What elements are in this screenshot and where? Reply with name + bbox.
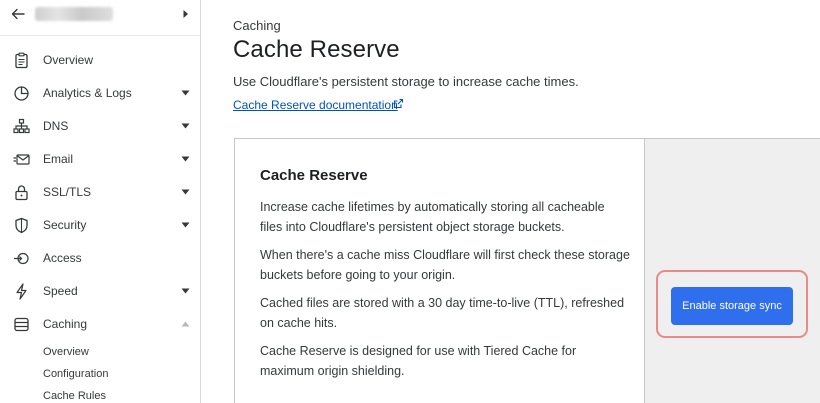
sidebar-item-label: Analytics & Logs [43,86,132,100]
card-action-panel: Enable storage sync [644,139,820,403]
sidebar-header [0,0,200,36]
sidebar-item-analytics[interactable]: Analytics & Logs [0,77,200,110]
page-title: Cache Reserve [233,36,400,63]
sidebar-subitem-configuration[interactable]: Configuration [43,368,108,380]
documentation-link[interactable]: Cache Reserve documentation [233,98,398,112]
caret-down-icon [181,222,190,228]
sidebar-item-label: Caching [43,317,88,331]
sidebar-item-access[interactable]: Access [0,242,200,275]
sidebar-item-label: Security [43,218,87,232]
caret-down-icon [181,123,190,129]
sidebar-item-security[interactable]: Security [0,209,200,242]
caret-down-icon [181,90,190,96]
database-icon [14,317,29,332]
external-link-icon[interactable] [393,98,404,109]
section-eyebrow: Caching [233,18,281,33]
access-icon [14,252,29,265]
sidebar: Overview Analytics & Logs DNS Email SSL/… [0,0,201,403]
caret-right-icon[interactable] [182,9,190,19]
sidebar-subitem-overview[interactable]: Overview [43,346,89,358]
network-icon [13,118,30,134]
sidebar-item-email[interactable]: Email [0,143,200,176]
card-body: Cache Reserve Increase cache lifetimes b… [235,139,644,403]
cache-reserve-card: Cache Reserve Increase cache lifetimes b… [234,138,820,403]
sidebar-item-ssl[interactable]: SSL/TLS [0,176,200,209]
sidebar-subitem-cache-rules[interactable]: Cache Rules [43,390,106,402]
account-name-redacted[interactable] [35,7,113,21]
pie-chart-icon [14,86,29,101]
card-title: Cache Reserve [260,167,368,184]
main-content: Caching Cache Reserve Use Cloudflare's p… [201,0,820,403]
caret-up-icon [181,321,190,327]
clipboard-icon [15,52,28,69]
sidebar-item-label: Email [43,152,74,166]
card-paragraph: When there's a cache miss Cloudflare wil… [260,248,630,282]
envelope-icon [13,154,30,165]
sidebar-item-speed[interactable]: Speed [0,275,200,308]
sidebar-item-overview[interactable]: Overview [0,44,200,77]
sidebar-item-label: SSL/TLS [43,185,92,199]
lock-icon [15,185,28,201]
sidebar-item-label: Overview [43,53,94,67]
caret-down-icon [181,189,190,195]
sidebar-item-caching[interactable]: Caching [0,308,200,341]
enable-storage-sync-button[interactable]: Enable storage sync [671,287,793,325]
card-paragraph: Cache Reserve is designed for use with T… [260,344,577,378]
sidebar-item-label: Speed [43,284,78,298]
card-paragraph: Cached files are stored with a 30 day ti… [260,296,625,330]
caret-down-icon [181,288,190,294]
page-description: Use Cloudflare's persistent storage to i… [233,74,579,89]
sidebar-item-dns[interactable]: DNS [0,110,200,143]
sidebar-item-label: Access [43,251,82,265]
lightning-icon [16,283,27,300]
caret-down-icon [181,156,190,162]
card-paragraph: Increase cache lifetimes by automaticall… [260,200,605,234]
app: Overview Analytics & Logs DNS Email SSL/… [0,0,820,403]
arrow-left-icon[interactable] [10,6,26,22]
sidebar-item-label: DNS [43,119,69,133]
shield-icon [15,217,28,234]
